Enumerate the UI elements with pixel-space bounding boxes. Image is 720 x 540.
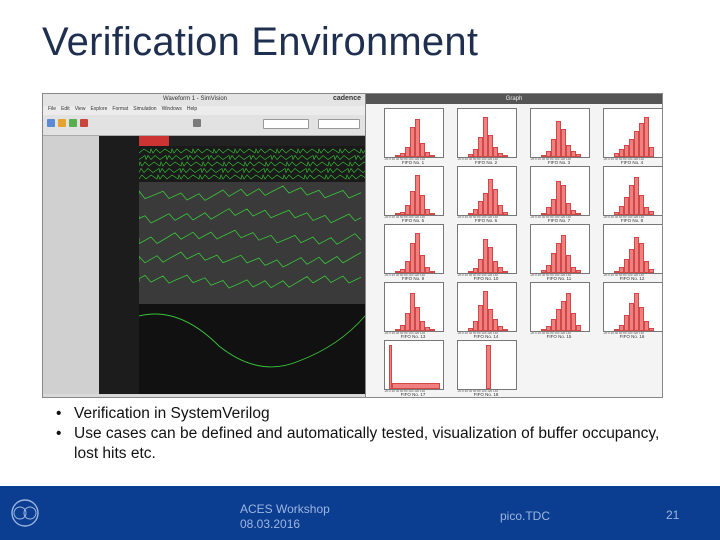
page-title: Verification Environment — [42, 20, 479, 64]
menu-item[interactable]: Edit — [61, 106, 70, 112]
waveform-toolbar — [43, 115, 365, 136]
histogram-frame — [603, 108, 662, 158]
histogram-label: FIFO No. 11 — [546, 276, 572, 281]
histogram-label: FIFO No. 13 — [400, 334, 426, 339]
histogram-frame — [530, 282, 590, 332]
menu-item[interactable]: Help — [187, 106, 197, 112]
histogram-plot: -20 0 20 40 60 80 100 120 140 FIFO No. 16 — [591, 282, 662, 340]
bullet-item: • Use cases can be defined and automatica… — [56, 425, 660, 462]
histogram-bar — [486, 345, 491, 389]
cursor-marker[interactable] — [139, 136, 169, 146]
page-number: 21 — [666, 508, 680, 522]
zoom-icon[interactable] — [193, 119, 201, 127]
histogram-label: FIFO No. 5 — [401, 218, 425, 223]
histogram-frame — [384, 282, 444, 332]
histogram-label: FIFO No. 18 — [473, 392, 499, 397]
waveform-menubar: File Edit View Explore Format Simulation Windo… — [43, 106, 365, 115]
histogram-frame — [384, 108, 444, 158]
histogram-plot: -20 0 20 40 60 80 100 120 140 FIFO No. 11 — [518, 224, 590, 282]
histogram-label: FIFO No. 7 — [547, 218, 571, 223]
time-field[interactable] — [263, 119, 309, 129]
histogram-label: FIFO No. 17 — [400, 392, 426, 397]
histogram-plot: -20 0 20 40 60 80 100 120 140 FIFO No. 10 — [445, 224, 517, 282]
cadence-logo: cadence — [332, 95, 361, 102]
histogram-frame — [457, 282, 517, 332]
event-info: ACES Workshop 08.03.2016 — [240, 502, 330, 531]
waveform-window: Waveform 1 - SimVision cadence File Edit V… — [42, 93, 366, 398]
histogram-label: FIFO No. 15 — [546, 334, 572, 339]
histogram-frame — [384, 224, 444, 274]
waveform-window-title: Waveform 1 - SimVision — [163, 96, 228, 102]
stop-icon[interactable] — [80, 119, 88, 127]
histogram-plot: -20 0 20 40 60 80 100 120 140 FIFO No. 2 — [445, 108, 517, 166]
histogram-plot: -20 0 20 40 60 80 100 120 140 FIFO No. 5 — [372, 166, 444, 224]
signal-values — [99, 136, 139, 394]
histogram-frame — [457, 166, 517, 216]
graph-titlebar: Graph — [366, 94, 662, 104]
histogram-frame — [457, 224, 517, 274]
histogram-label: FIFO No. 1 — [401, 160, 425, 165]
histogram-label: FIFO No. 2 — [474, 160, 498, 165]
histogram-plot: -20 0 20 40 60 80 100 120 140 FIFO No. 13 — [372, 282, 444, 340]
histogram-plot: -20 0 20 40 60 80 100 120 140 FIFO No. 3 — [518, 108, 590, 166]
histogram-frame — [530, 224, 590, 274]
histogram-plot: -20 0 20 40 60 80 100 120 140 FIFO No. 18 — [445, 340, 517, 397]
histogram-plot: -20 0 20 40 60 80 100 120 140 FIFO No. 14 — [445, 282, 517, 340]
histogram-frame — [457, 108, 517, 158]
bullet-list: • Verification in SystemVerilog • Use case… — [52, 404, 672, 464]
histogram-plot: -20 0 20 40 60 80 100 120 140 FIFO No. 17 — [372, 340, 444, 397]
histogram-label: FIFO No. 16 — [619, 334, 645, 339]
histogram-plot: -20 0 20 40 60 80 100 120 140 FIFO No. 15 — [518, 282, 590, 340]
menu-item[interactable]: Windows — [162, 106, 182, 112]
histogram-label: FIFO No. 10 — [473, 276, 499, 281]
histogram-label: FIFO No. 12 — [619, 276, 645, 281]
waveform-traces[interactable] — [139, 146, 365, 394]
histogram-label: FIFO No. 3 — [547, 160, 571, 165]
menu-item[interactable]: Explore — [90, 106, 107, 112]
histogram-label: FIFO No. 6 — [474, 218, 498, 223]
histogram-plot: -20 0 20 40 60 80 100 120 140 FIFO No. 8 — [591, 166, 662, 224]
histogram-plot: -20 0 20 40 60 80 100 120 140 FIFO No. 12 — [591, 224, 662, 282]
histogram-plot: -20 0 20 40 60 80 100 120 140 FIFO No. 1 — [372, 108, 444, 166]
histogram-label: FIFO No. 9 — [401, 276, 425, 281]
time-field-2[interactable] — [318, 119, 360, 129]
menu-item[interactable]: Format — [112, 106, 128, 112]
histogram-frame — [530, 166, 590, 216]
histogram-frame — [384, 340, 444, 390]
histogram-frame — [603, 224, 662, 274]
menu-item[interactable]: View — [75, 106, 86, 112]
histogram-plot: -20 0 20 40 60 80 100 120 140 FIFO No. 6 — [445, 166, 517, 224]
run-icon[interactable] — [69, 119, 77, 127]
histogram-plot: -20 0 20 40 60 80 100 120 140 FIFO No. 7 — [518, 166, 590, 224]
time-ruler[interactable] — [139, 136, 365, 146]
histogram-frame — [530, 108, 590, 158]
histogram-frame — [603, 166, 662, 216]
histogram-label: FIFO No. 4 — [620, 160, 644, 165]
menu-item[interactable]: Simulation — [133, 106, 156, 112]
send-to-icon[interactable] — [47, 119, 55, 127]
histogram-label: FIFO No. 8 — [620, 218, 644, 223]
histogram-label: FIFO No. 14 — [473, 334, 499, 339]
histogram-bar — [649, 147, 654, 157]
cern-logo-icon — [11, 499, 39, 527]
signal-tree[interactable] — [43, 136, 100, 394]
histogram-window: Graph -20 0 20 40 60 80 100 120 140 FIFO … — [365, 93, 663, 398]
menu-item[interactable]: File — [48, 106, 56, 112]
histogram-plot: -20 0 20 40 60 80 100 120 140 FIFO No. 9 — [372, 224, 444, 282]
bullet-item: • Verification in SystemVerilog — [56, 405, 270, 422]
histogram-frame — [457, 340, 517, 390]
footer-project: pico.TDC — [500, 509, 551, 523]
histogram-plot: -20 0 20 40 60 80 100 120 140 FIFO No. 4 — [591, 108, 662, 166]
footer-bar: ACES Workshop 08.03.2016 pico.TDC 21 — [0, 486, 720, 540]
search-icon[interactable] — [58, 119, 66, 127]
histogram-frame — [603, 282, 662, 332]
histogram-frame — [384, 166, 444, 216]
